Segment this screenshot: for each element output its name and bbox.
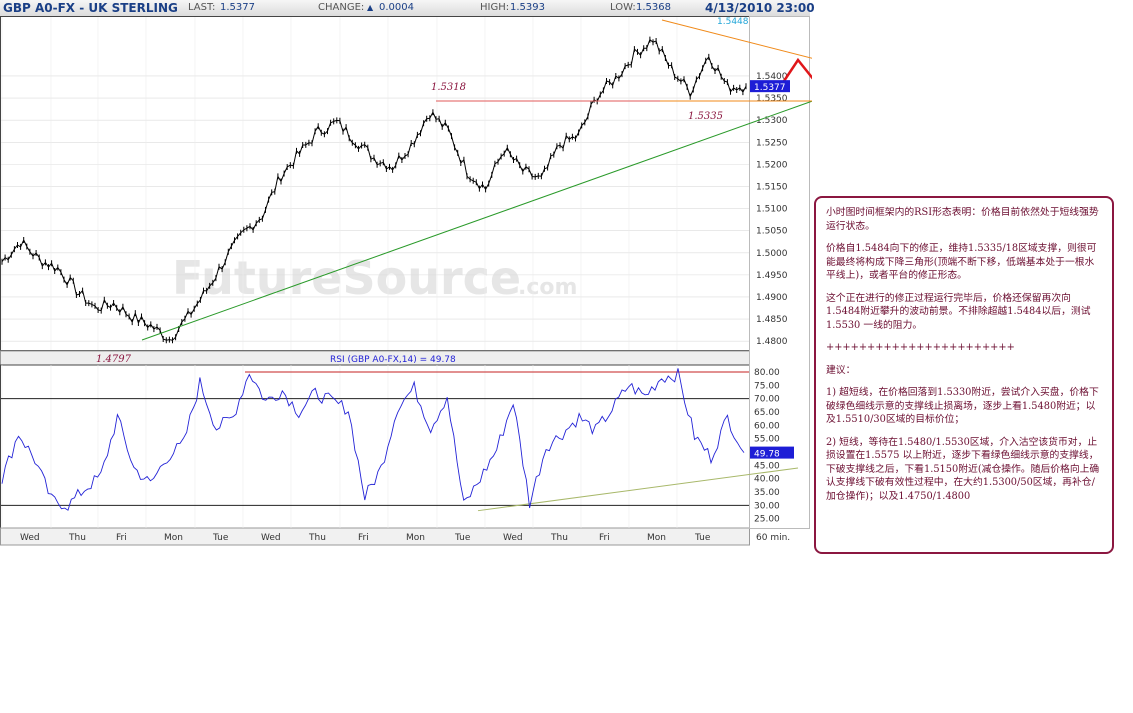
price-rsi-chart: FutureSource.com1.54001.53501.53001.5250… [0, 16, 812, 546]
rsi-tick-label: 30.00 [754, 501, 780, 511]
time-axis-label: Wed [503, 533, 523, 543]
symbol-title: GBP A0-FX - UK STERLING [3, 1, 178, 15]
time-axis-label: Fri [599, 533, 610, 543]
label-1.5448: 1.5448 [717, 17, 749, 27]
time-axis-label: Fri [116, 533, 127, 543]
rsi-tick-label: 40.00 [754, 475, 780, 485]
analysis-note: 小时图时间框架内的RSI形态表明：价格目前依然处于短线强势运行状态。 价格自1.… [814, 196, 1114, 554]
price-tick-label: 1.5250 [756, 138, 788, 148]
change-value: 0.0004 [379, 2, 414, 13]
price-tick-label: 1.5200 [756, 160, 788, 170]
rsi-tick-label: 65.00 [754, 408, 780, 418]
change-arrow-icon: ▲ [367, 3, 374, 12]
low-value: 1.5368 [636, 2, 671, 13]
rsi-tick-label: 80.00 [754, 368, 780, 378]
price-tick-label: 1.5350 [756, 94, 788, 104]
price-tick-label: 1.5000 [756, 249, 788, 259]
price-last-tag-label: 1.5377 [754, 83, 786, 93]
chart-header: GBP A0-FX - UK STERLING LAST: 1.5377 CHA… [0, 0, 815, 17]
price-tick-label: 1.4800 [756, 337, 788, 347]
price-tick-label: 1.5150 [756, 182, 788, 192]
label-1.5318: 1.5318 [431, 82, 466, 93]
time-axis-label: Mon [647, 533, 666, 543]
datetime: 4/13/2010 23:00 [705, 1, 815, 15]
rsi-tick-label: 75.00 [754, 381, 780, 391]
high-label: HIGH: [480, 2, 510, 13]
price-tick-label: 1.5050 [756, 227, 788, 237]
note-p1: 小时图时间框架内的RSI形态表明：价格目前依然处于短线强势运行状态。 [826, 207, 1099, 232]
time-axis-label: Thu [68, 533, 86, 543]
rsi-tick-label: 55.00 [754, 435, 780, 445]
price-tick-label: 1.5100 [756, 205, 788, 215]
note-separator: +++++++++++++++++++++++ [826, 342, 1015, 353]
note-p3: 这个正在进行的修正过程运行完毕后，价格还保留再次向1.5484附近攀升的波动前景… [826, 292, 1091, 331]
high-value: 1.5393 [510, 2, 545, 13]
time-axis-label: Tue [454, 533, 471, 543]
price-tick-label: 1.4850 [756, 315, 788, 325]
rsi-last-tag-label: 49.78 [754, 450, 780, 460]
time-axis-label: Mon [164, 533, 183, 543]
rsi-tick-label: 60.00 [754, 421, 780, 431]
time-axis-label: Tue [694, 533, 711, 543]
note-p6: 1) 超短线，在价格回落到1.5330附近，尝试介入买盘，价格下破绿色细线示意的… [826, 387, 1099, 425]
price-tick-label: 1.5300 [756, 116, 788, 126]
time-axis-label: Fri [358, 533, 369, 543]
rsi-tick-label: 25.00 [754, 515, 780, 525]
time-axis-label: Thu [308, 533, 326, 543]
note-heading: 建议： [826, 364, 856, 376]
note-p7: 2) 短线，等待在1.5480/1.5530区域，介入沽空该货币对，止损设置在1… [826, 436, 1100, 502]
time-axis-label: Tue [212, 533, 229, 543]
last-value: 1.5377 [220, 2, 255, 13]
price-tick-label: 1.4900 [756, 293, 788, 303]
note-p2: 价格自1.5484向下的修正，维持1.5335/18区域支撑，则很可能最终将构成… [826, 243, 1097, 281]
label-1.4797: 1.4797 [96, 354, 132, 365]
time-axis-bar [0, 527, 750, 546]
rsi-tick-label: 70.00 [754, 395, 780, 405]
rsi-tick-label: 45.00 [754, 461, 780, 471]
price-tick-label: 1.4950 [756, 271, 788, 281]
change-label: CHANGE: [318, 2, 365, 13]
time-axis-label: Mon [406, 533, 425, 543]
label-1.5335: 1.5335 [688, 111, 723, 122]
low-label: LOW: [610, 2, 636, 13]
time-axis-label: Thu [550, 533, 568, 543]
watermark-suffix: .com [518, 275, 577, 300]
rsi-tick-label: 35.00 [754, 488, 780, 498]
last-label: LAST: [188, 2, 216, 13]
time-axis-label: Wed [261, 533, 281, 543]
interval-label: 60 min. [756, 533, 790, 543]
rsi-title: RSI (GBP A0-FX,14) = 49.78 [330, 355, 456, 365]
time-axis-label: Wed [20, 533, 40, 543]
